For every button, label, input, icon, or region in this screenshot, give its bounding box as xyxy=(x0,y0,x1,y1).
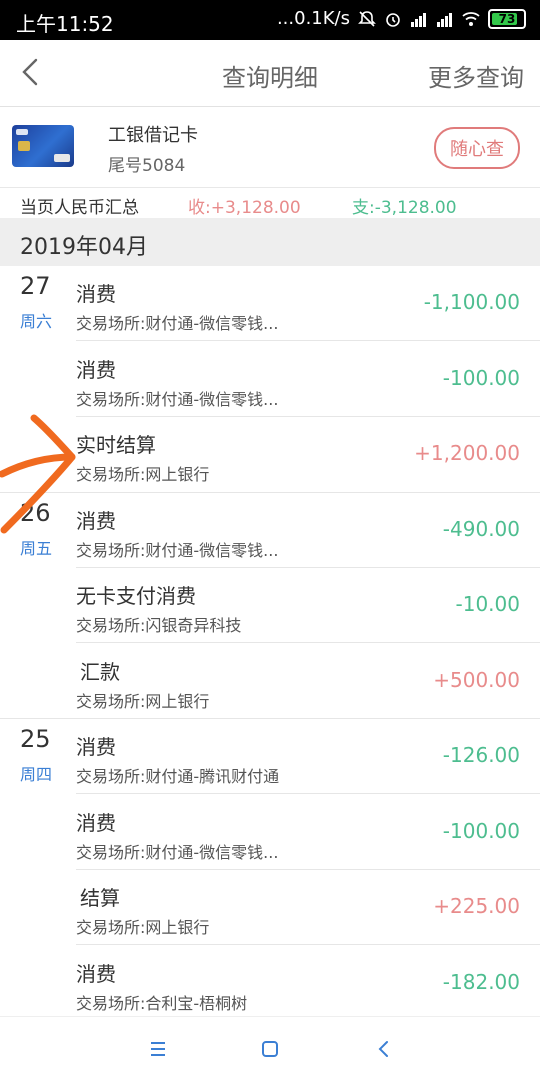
transaction-amount: +500.00 xyxy=(433,667,520,692)
summary-expense: 支:-3,128.00 xyxy=(352,198,457,218)
transaction-place: 交易场所:财付通-微信零钱... xyxy=(76,389,279,409)
month-header: 2019年04月 xyxy=(0,218,540,266)
transaction-amount: -182.00 xyxy=(442,969,520,994)
transaction-row[interactable]: 无卡支付消费交易场所:闪银奇异科技 -10.00 xyxy=(0,568,540,643)
transaction-type: 消费 xyxy=(76,508,116,533)
transaction-place: 交易场所:网上银行 xyxy=(76,918,210,937)
transaction-amount: -126.00 xyxy=(442,743,520,767)
transaction-amount: +1,200.00 xyxy=(414,441,520,465)
transaction-amount: -100.00 xyxy=(442,818,520,843)
status-icons: ...0.1K/s 73 xyxy=(277,8,526,29)
transaction-place: 交易场所:闪银奇异科技 xyxy=(76,616,242,635)
transaction-type: 消费 xyxy=(76,810,116,835)
month-label: 2019年04月 xyxy=(20,235,148,260)
transaction-type: 汇款 xyxy=(80,659,120,684)
wifi-icon xyxy=(462,11,480,26)
alarm-icon xyxy=(386,12,400,27)
day-number: 27 xyxy=(20,272,51,300)
hd-signal-icon xyxy=(437,12,452,27)
transaction-row[interactable]: 消费交易场所:财付通-微信零钱... -100.00 xyxy=(0,342,540,417)
bank-logo-icon xyxy=(16,129,28,135)
transaction-place: 交易场所:网上银行 xyxy=(76,465,210,484)
day-number: 26 xyxy=(20,498,51,527)
transaction-place: 交易场所:财付通-微信零钱... xyxy=(76,540,279,560)
transaction-place: 交易场所:合利宝-梧桐树 xyxy=(76,993,248,1013)
status-bar: 上午11:52 ...0.1K/s 73 xyxy=(0,0,540,40)
transaction-type: 实时结算 xyxy=(76,433,156,457)
home-icon[interactable] xyxy=(256,1035,284,1063)
summary-income: 收:+3,128.00 xyxy=(188,198,301,218)
battery-percent: 73 xyxy=(498,11,516,26)
status-time: 上午11:52 xyxy=(16,12,114,36)
transaction-place: 交易场所:网上银行 xyxy=(76,691,210,711)
transaction-row[interactable]: 27 周六 消费交易场所:财付通-微信零钱... -1,100.00 xyxy=(0,266,540,341)
transaction-amount: +225.00 xyxy=(433,894,520,918)
transaction-row[interactable]: 实时结算交易场所:网上银行 +1,200.00 xyxy=(0,417,540,492)
transaction-place: 交易场所:财付通-微信零钱... xyxy=(76,842,279,862)
transaction-row[interactable]: 25 周四 消费交易场所:财付通-腾讯财付通 -126.00 xyxy=(0,719,540,794)
card-info: 工银借记卡 尾号5084 随心查 xyxy=(0,107,540,188)
summary-label: 当页人民币汇总 xyxy=(20,198,139,218)
transaction-amount: -10.00 xyxy=(455,592,520,616)
transaction-row[interactable]: 结算交易场所:网上银行 +225.00 xyxy=(0,870,540,945)
transaction-list[interactable]: 27 周六 消费 交易场所:财付通-微信零钱... -1,100.00 消费 交易场所:财付… xyxy=(0,266,540,1016)
transaction-amount: -1,100.00 xyxy=(423,290,520,314)
back-nav-icon[interactable] xyxy=(370,1035,398,1063)
transaction-amount: -100.00 xyxy=(442,365,520,390)
signal-icon xyxy=(411,12,426,27)
transaction-row[interactable]: 汇款交易场所:网上银行 +500.00 xyxy=(0,644,540,719)
card-chip-icon xyxy=(18,141,30,151)
page-summary: 当页人民币汇总 收:+3,128.00 支:-3,128.00 xyxy=(0,188,540,218)
transaction-amount: -490.00 xyxy=(442,516,520,541)
weekday-label: 周五 xyxy=(20,538,53,558)
card-brand-icon xyxy=(54,154,70,162)
transaction-place: 交易场所:财付通-微信零钱... xyxy=(76,314,279,333)
bank-card-image xyxy=(12,125,74,167)
transaction-place: 交易场所:财付通-腾讯财付通 xyxy=(76,767,280,786)
battery-icon: 73 xyxy=(488,8,526,29)
transaction-row[interactable]: 消费交易场所:合利宝-梧桐树 -182.00 xyxy=(0,946,540,1017)
day-number: 25 xyxy=(20,725,51,753)
weekday-label: 周六 xyxy=(20,312,53,331)
transaction-type: 无卡支付消费 xyxy=(76,584,196,608)
transaction-row[interactable]: 26 周五 消费交易场所:财付通-微信零钱... -490.00 xyxy=(0,493,540,568)
network-speed: ...0.1K/s xyxy=(276,8,350,29)
system-nav-bar xyxy=(0,1016,540,1081)
transaction-type: 消费 xyxy=(76,357,116,382)
transaction-type: 消费 xyxy=(76,961,116,986)
more-query-button[interactable]: 更多查询 xyxy=(428,58,524,93)
transaction-row[interactable]: 消费交易场所:财付通-微信零钱... -100.00 xyxy=(0,795,540,870)
card-tail-number: 尾号5084 xyxy=(108,156,186,176)
transaction-type: 结算 xyxy=(80,886,120,910)
nav-bar: 查询明细 更多查询 xyxy=(0,40,540,107)
transaction-type: 消费 xyxy=(76,282,116,306)
menu-icon[interactable] xyxy=(144,1035,172,1063)
transaction-type: 消费 xyxy=(76,735,116,759)
card-name: 工银借记卡 xyxy=(108,125,198,146)
weekday-label: 周四 xyxy=(20,765,53,784)
random-query-button[interactable]: 随心查 xyxy=(434,127,520,169)
mute-icon xyxy=(358,10,376,27)
